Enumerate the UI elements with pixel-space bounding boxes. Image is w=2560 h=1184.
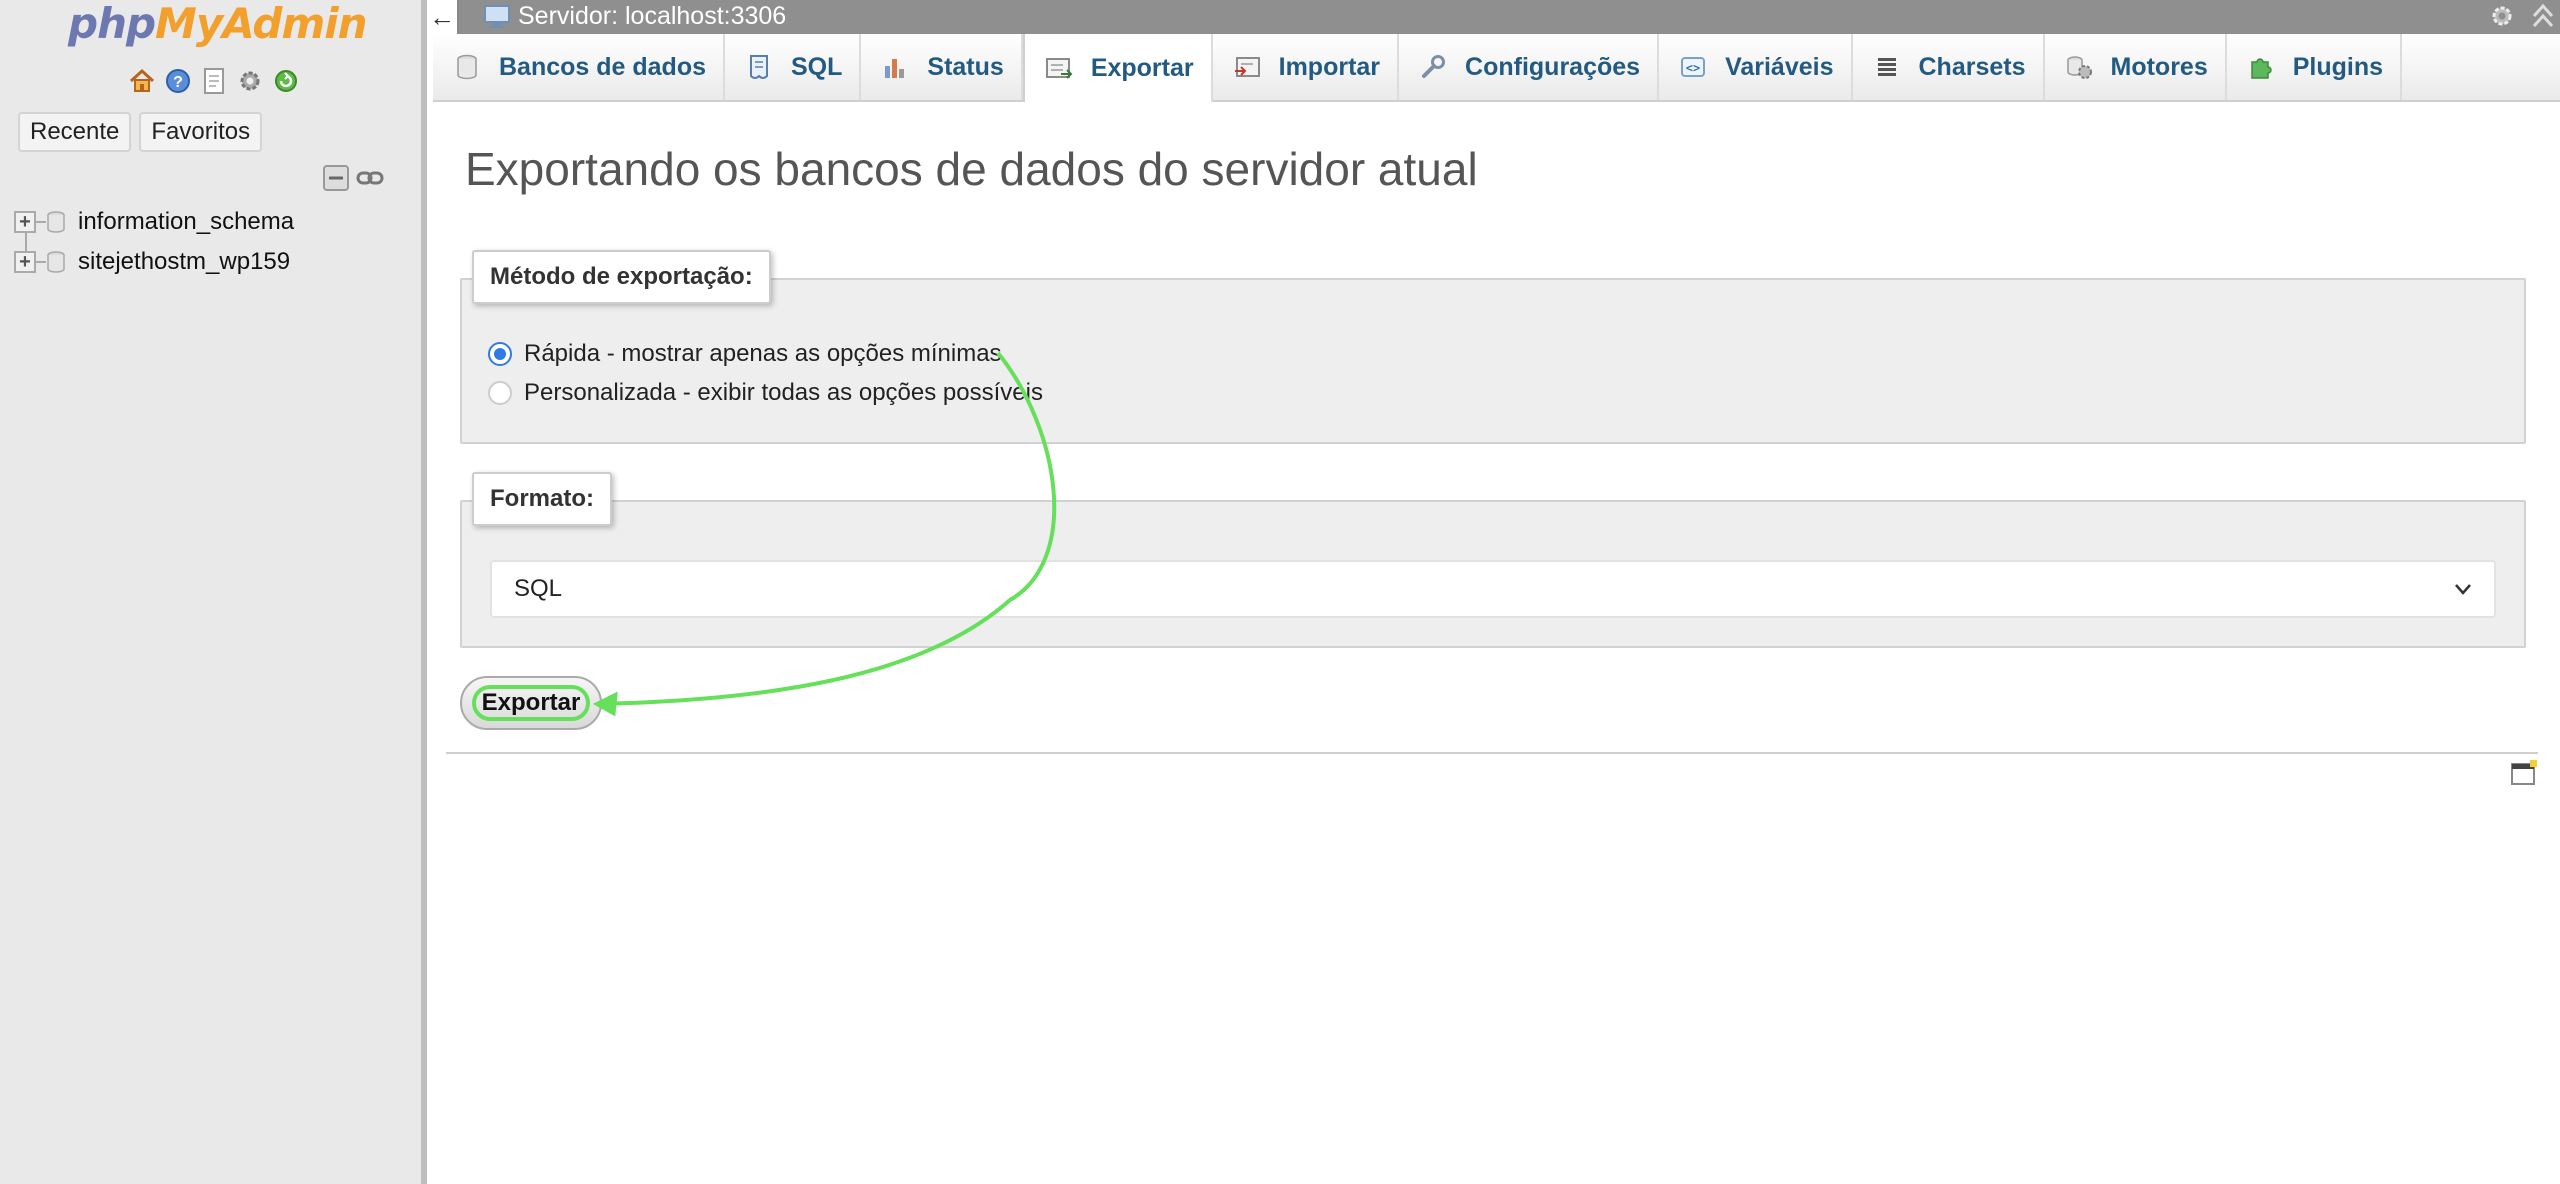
custom-export-label[interactable]: Personalizada - exibir todas as opções p… <box>524 379 1043 407</box>
settings-icon[interactable] <box>2488 2 2516 30</box>
status-chart-icon <box>881 53 909 81</box>
tree-item-sitejethostm-wp159[interactable]: + sitejethostm_wp159 <box>14 242 414 282</box>
quick-export-option[interactable]: Rápida - mostrar apenas as opções mínima… <box>488 340 1002 368</box>
custom-export-radio[interactable] <box>488 381 512 405</box>
database-name[interactable]: information_schema <box>78 208 294 236</box>
page-title: Exportando os bancos de dados do servido… <box>465 143 1478 195</box>
svg-text:<>: <> <box>1686 61 1700 75</box>
format-fieldset: Formato: SQL <box>460 472 2526 648</box>
expand-icon[interactable]: + <box>14 211 36 233</box>
export-method-fieldset: Método de exportação: Rápida - mostrar a… <box>460 250 2526 444</box>
server-icon <box>484 5 510 28</box>
tab-databases[interactable]: Bancos de dados <box>433 34 725 100</box>
tab-export[interactable]: Exportar <box>1022 34 1213 102</box>
export-method-legend: Método de exportação: <box>472 250 771 304</box>
tab-variables[interactable]: <> Variáveis <box>1659 34 1853 100</box>
wrench-icon <box>1419 53 1447 81</box>
console-icon[interactable] <box>2510 760 2538 788</box>
import-icon <box>1233 53 1261 81</box>
main-menu-tabs: Bancos de dados SQL Status Exportar Impo… <box>433 34 2560 102</box>
database-tree: + information_schema + sitejethostm_wp15… <box>14 202 414 282</box>
home-icon[interactable] <box>128 67 156 95</box>
expand-icon[interactable]: + <box>14 251 36 273</box>
charsets-icon <box>1873 53 1901 81</box>
tab-settings[interactable]: Configurações <box>1399 34 1660 100</box>
reload-icon[interactable] <box>272 67 300 95</box>
export-button[interactable]: Exportar <box>460 676 602 730</box>
favorites-tab[interactable]: Favoritos <box>139 112 263 152</box>
top-right-icons <box>2488 2 2556 30</box>
svg-text:?: ? <box>173 74 183 91</box>
chevron-down-icon <box>2455 584 2471 595</box>
tab-charsets[interactable]: Charsets <box>1853 34 2045 100</box>
database-icon <box>47 251 65 273</box>
tree-tools <box>322 164 384 197</box>
phpmyadmin-logo[interactable]: phpMyAdmin <box>68 0 368 48</box>
sidebar-tabs: Recente Favoritos <box>18 112 263 152</box>
quick-export-radio[interactable] <box>488 342 512 366</box>
tree-connector <box>36 261 46 263</box>
custom-export-option[interactable]: Personalizada - exibir todas as opções p… <box>488 379 1043 407</box>
export-button-label: Exportar <box>471 685 591 721</box>
collapse-all-icon[interactable] <box>322 164 350 197</box>
server-breadcrumb-bar: ← Servidor: localhost:3306 <box>427 0 2560 34</box>
format-select-value: SQL <box>514 575 563 602</box>
settings-icon[interactable] <box>236 67 264 95</box>
engines-icon <box>2065 53 2093 81</box>
database-icon <box>47 211 65 233</box>
tab-import[interactable]: Importar <box>1213 34 1400 100</box>
navigation-sidebar: phpMyAdmin ? Recente Favoritos + informa… <box>0 0 427 1184</box>
tab-engines[interactable]: Motores <box>2045 34 2227 100</box>
variables-icon: <> <box>1679 53 1707 81</box>
sql-icon <box>745 53 773 81</box>
collapse-icon[interactable] <box>2530 2 2556 30</box>
format-select[interactable]: SQL <box>490 560 2496 618</box>
format-legend: Formato: <box>472 472 612 526</box>
tree-connector <box>36 221 46 223</box>
quick-icons-bar: ? <box>128 66 300 96</box>
tab-plugins[interactable]: Plugins <box>2227 34 2403 100</box>
recent-tab[interactable]: Recente <box>18 112 132 152</box>
link-icon[interactable] <box>356 168 384 193</box>
quick-export-label[interactable]: Rápida - mostrar apenas as opções mínima… <box>524 340 1002 368</box>
export-icon <box>1045 54 1073 82</box>
tree-item-information-schema[interactable]: + information_schema <box>14 202 414 242</box>
database-icon <box>453 53 481 81</box>
puzzle-icon <box>2247 53 2275 81</box>
server-breadcrumb[interactable]: Servidor: localhost:3306 <box>518 0 786 32</box>
tab-status[interactable]: Status <box>861 34 1023 100</box>
database-name[interactable]: sitejethostm_wp159 <box>78 248 290 276</box>
docs-icon[interactable] <box>200 67 228 95</box>
tab-sql[interactable]: SQL <box>725 34 862 100</box>
collapse-sidebar-button[interactable]: ← <box>427 0 459 34</box>
content-divider <box>446 752 2538 754</box>
help-icon[interactable]: ? <box>164 67 192 95</box>
